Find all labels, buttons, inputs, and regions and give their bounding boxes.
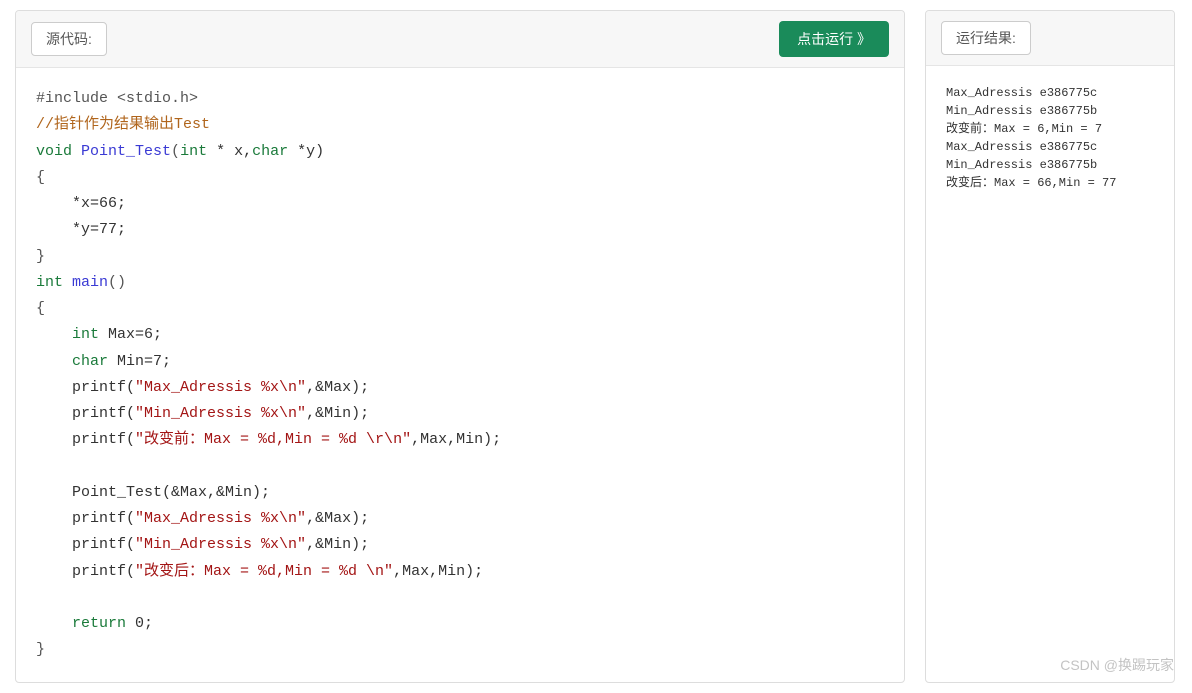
code-char-min: char <box>36 353 108 370</box>
code-end3: ,Max,Min); <box>411 431 501 448</box>
code-printf2: printf( <box>36 405 135 422</box>
result-panel: 运行结果: Max_Adressis e386775c Min_Adressis… <box>925 10 1175 683</box>
code-printf4: printf( <box>36 510 135 527</box>
code-printf6: printf( <box>36 563 135 580</box>
code-void: void <box>36 143 72 160</box>
code-comment: //指针作为结果输出Test <box>36 116 210 133</box>
code-funcname: Point_Test <box>72 143 171 160</box>
code-str2: "Min_Adressis %x\n" <box>135 405 306 422</box>
code-str1: "Max_Adressis %x\n" <box>135 379 306 396</box>
code-end4: ,&Max); <box>306 510 369 527</box>
main-container: 源代码: 点击运行 》 #include <stdio.h> //指针作为结果输… <box>0 0 1192 693</box>
code-int-max: int <box>36 326 99 343</box>
code-main-paren: () <box>108 274 126 291</box>
code-end6: ,Max,Min); <box>393 563 483 580</box>
source-panel-header: 源代码: 点击运行 》 <box>16 11 904 68</box>
source-panel: 源代码: 点击运行 》 #include <stdio.h> //指针作为结果输… <box>15 10 905 683</box>
code-final-brace: } <box>36 641 45 658</box>
code-printf1: printf( <box>36 379 135 396</box>
code-end5: ,&Min); <box>306 536 369 553</box>
code-brace-open: { <box>36 169 45 186</box>
code-y77: *y=77; <box>36 221 126 238</box>
code-str5: "Min_Adressis %x\n" <box>135 536 306 553</box>
output-area: Max_Adressis e386775c Min_Adressis e3867… <box>926 66 1174 210</box>
code-return: return <box>36 615 126 632</box>
code-char: char <box>252 143 288 160</box>
code-int: int <box>180 143 207 160</box>
code-max6: Max=6; <box>99 326 162 343</box>
code-main-brace: { <box>36 300 45 317</box>
code-include: #include <stdio.h> <box>36 90 198 107</box>
code-printf5: printf( <box>36 536 135 553</box>
source-code-label: 源代码: <box>31 22 107 56</box>
code-min7: Min=7; <box>108 353 171 370</box>
code-end1: ,&Max); <box>306 379 369 396</box>
watermark: CSDN @换踢玩家 <box>1060 655 1174 675</box>
code-main: main <box>63 274 108 291</box>
code-param-x: * x, <box>207 143 252 160</box>
code-paren: ( <box>171 143 180 160</box>
result-label: 运行结果: <box>941 21 1031 55</box>
code-brace-close: } <box>36 248 45 265</box>
code-end2: ,&Min); <box>306 405 369 422</box>
code-call: Point_Test(&Max,&Min); <box>36 484 270 501</box>
code-str6: "改变后：Max = %d,Min = %d \n" <box>135 563 393 580</box>
code-str4: "Max_Adressis %x\n" <box>135 510 306 527</box>
code-str3: "改变前：Max = %d,Min = %d \r\n" <box>135 431 411 448</box>
code-param-y: *y) <box>288 143 324 160</box>
code-zero: 0; <box>126 615 153 632</box>
result-panel-header: 运行结果: <box>926 11 1174 66</box>
code-x66: *x=66; <box>36 195 126 212</box>
code-editor[interactable]: #include <stdio.h> //指针作为结果输出Test void P… <box>16 68 904 682</box>
code-int-main: int <box>36 274 63 291</box>
run-button[interactable]: 点击运行 》 <box>779 21 889 57</box>
code-printf3: printf( <box>36 431 135 448</box>
